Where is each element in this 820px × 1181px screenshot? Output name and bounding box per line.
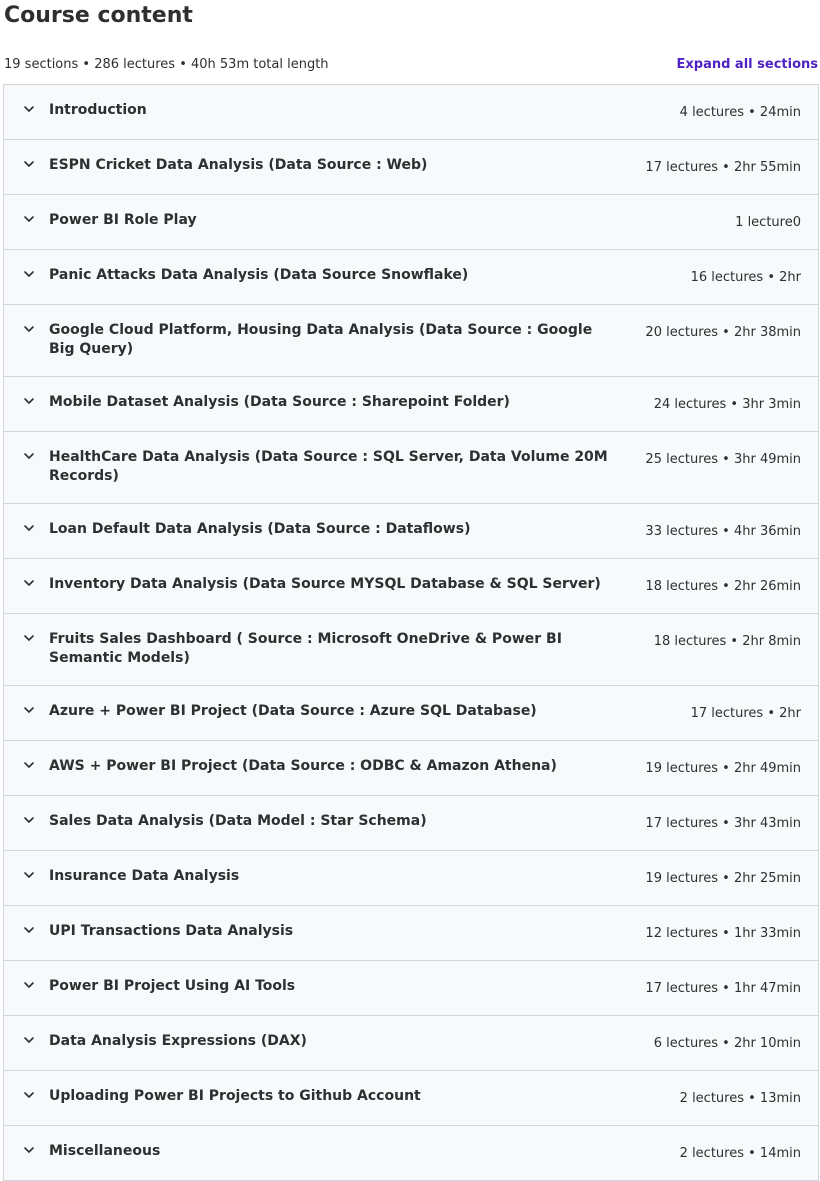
section-meta: 24 lectures • 3hr 3min	[653, 397, 801, 412]
chevron-down-icon	[24, 982, 34, 988]
section-row[interactable]: Introduction 4 lectures • 24min	[4, 85, 818, 140]
section-row[interactable]: Power BI Role Play 1 lecture0	[4, 195, 818, 250]
section-title: Power BI Project Using AI Tools	[49, 978, 296, 994]
section-meta: 19 lectures • 2hr 49min	[645, 761, 801, 776]
section-row[interactable]: Azure + Power BI Project (Data Source : …	[4, 686, 818, 741]
section-row[interactable]: Power BI Project Using AI Tools 17 lectu…	[4, 961, 818, 1016]
chevron-down-icon	[24, 398, 34, 404]
section-row[interactable]: Miscellaneous 2 lectures • 14min	[4, 1126, 818, 1181]
summary-row: 19 sections • 286 lectures • 40h 53m tot…	[0, 54, 820, 76]
chevron-down-icon	[24, 106, 34, 112]
section-row[interactable]: ESPN Cricket Data Analysis (Data Source …	[4, 140, 818, 195]
section-title: Uploading Power BI Projects to Github Ac…	[49, 1088, 421, 1104]
section-title: Data Analysis Expressions (DAX)	[49, 1033, 307, 1049]
section-row[interactable]: Data Analysis Expressions (DAX) 6 lectur…	[4, 1016, 818, 1071]
section-title: ESPN Cricket Data Analysis (Data Source …	[49, 157, 428, 173]
section-title: Fruits Sales Dashboard ( Source : Micros…	[49, 631, 562, 666]
section-meta: 2 lectures • 13min	[679, 1091, 801, 1106]
section-meta: 25 lectures • 3hr 49min	[645, 452, 801, 467]
chevron-down-icon	[24, 707, 34, 713]
section-row[interactable]: Inventory Data Analysis (Data Source MYS…	[4, 559, 818, 614]
chevron-down-icon	[24, 326, 34, 332]
section-row[interactable]: AWS + Power BI Project (Data Source : OD…	[4, 741, 818, 796]
section-meta: 17 lectures • 2hr	[690, 706, 801, 721]
section-row[interactable]: HealthCare Data Analysis (Data Source : …	[4, 432, 818, 504]
chevron-down-icon	[24, 927, 34, 933]
section-meta: 19 lectures • 2hr 25min	[645, 871, 801, 886]
expand-all-sections-button[interactable]: Expand all sections	[677, 54, 819, 76]
section-title: Introduction	[49, 102, 147, 118]
section-row[interactable]: UPI Transactions Data Analysis 12 lectur…	[4, 906, 818, 961]
chevron-down-icon	[24, 453, 34, 459]
section-title: Inventory Data Analysis (Data Source MYS…	[49, 576, 601, 592]
section-meta: 12 lectures • 1hr 33min	[645, 926, 801, 941]
section-title: Azure + Power BI Project (Data Source : …	[49, 703, 537, 719]
section-title: Sales Data Analysis (Data Model : Star S…	[49, 813, 427, 829]
chevron-down-icon	[24, 817, 34, 823]
course-content-panel: Course content 19 sections • 286 lecture…	[0, 0, 820, 1181]
course-summary: 19 sections • 286 lectures • 40h 53m tot…	[4, 57, 329, 72]
section-list: Introduction 4 lectures • 24min ESPN Cri…	[3, 84, 819, 1181]
chevron-down-icon	[24, 580, 34, 586]
section-row[interactable]: Loan Default Data Analysis (Data Source …	[4, 504, 818, 559]
section-title: AWS + Power BI Project (Data Source : OD…	[49, 758, 557, 774]
section-meta: 20 lectures • 2hr 38min	[645, 325, 801, 340]
section-row[interactable]: Sales Data Analysis (Data Model : Star S…	[4, 796, 818, 851]
section-meta: 6 lectures • 2hr 10min	[653, 1036, 801, 1051]
section-title: Mobile Dataset Analysis (Data Source : S…	[49, 394, 510, 410]
section-meta: 18 lectures • 2hr 8min	[653, 634, 801, 649]
chevron-down-icon	[24, 872, 34, 878]
section-title: Loan Default Data Analysis (Data Source …	[49, 521, 471, 537]
section-row[interactable]: Insurance Data Analysis 19 lectures • 2h…	[4, 851, 818, 906]
chevron-down-icon	[24, 762, 34, 768]
chevron-down-icon	[24, 161, 34, 167]
chevron-down-icon	[24, 525, 34, 531]
section-title: Insurance Data Analysis	[49, 868, 240, 884]
section-title: UPI Transactions Data Analysis	[49, 923, 294, 939]
section-meta: 17 lectures • 2hr 55min	[645, 160, 801, 175]
section-meta: 17 lectures • 1hr 47min	[645, 981, 801, 996]
section-title: HealthCare Data Analysis (Data Source : …	[49, 449, 608, 484]
section-meta: 2 lectures • 14min	[679, 1146, 801, 1161]
section-title: Power BI Role Play	[49, 212, 197, 228]
section-row[interactable]: Mobile Dataset Analysis (Data Source : S…	[4, 377, 818, 432]
chevron-down-icon	[24, 271, 34, 277]
section-meta: 33 lectures • 4hr 36min	[645, 524, 801, 539]
chevron-down-icon	[24, 635, 34, 641]
chevron-down-icon	[24, 1147, 34, 1153]
section-row[interactable]: Panic Attacks Data Analysis (Data Source…	[4, 250, 818, 305]
chevron-down-icon	[24, 1037, 34, 1043]
chevron-down-icon	[24, 216, 34, 222]
section-row[interactable]: Uploading Power BI Projects to Github Ac…	[4, 1071, 818, 1126]
section-meta: 4 lectures • 24min	[679, 105, 801, 120]
page-title: Course content	[4, 3, 193, 28]
section-meta: 1 lecture0	[735, 215, 801, 230]
chevron-down-icon	[24, 1092, 34, 1098]
section-meta: 16 lectures • 2hr	[690, 270, 801, 285]
section-row[interactable]: Fruits Sales Dashboard ( Source : Micros…	[4, 614, 818, 686]
section-meta: 17 lectures • 3hr 43min	[645, 816, 801, 831]
section-title: Panic Attacks Data Analysis (Data Source…	[49, 267, 469, 283]
section-title: Miscellaneous	[49, 1143, 161, 1159]
section-meta: 18 lectures • 2hr 26min	[645, 579, 801, 594]
section-title: Google Cloud Platform, Housing Data Anal…	[49, 322, 593, 357]
section-row[interactable]: Google Cloud Platform, Housing Data Anal…	[4, 305, 818, 377]
